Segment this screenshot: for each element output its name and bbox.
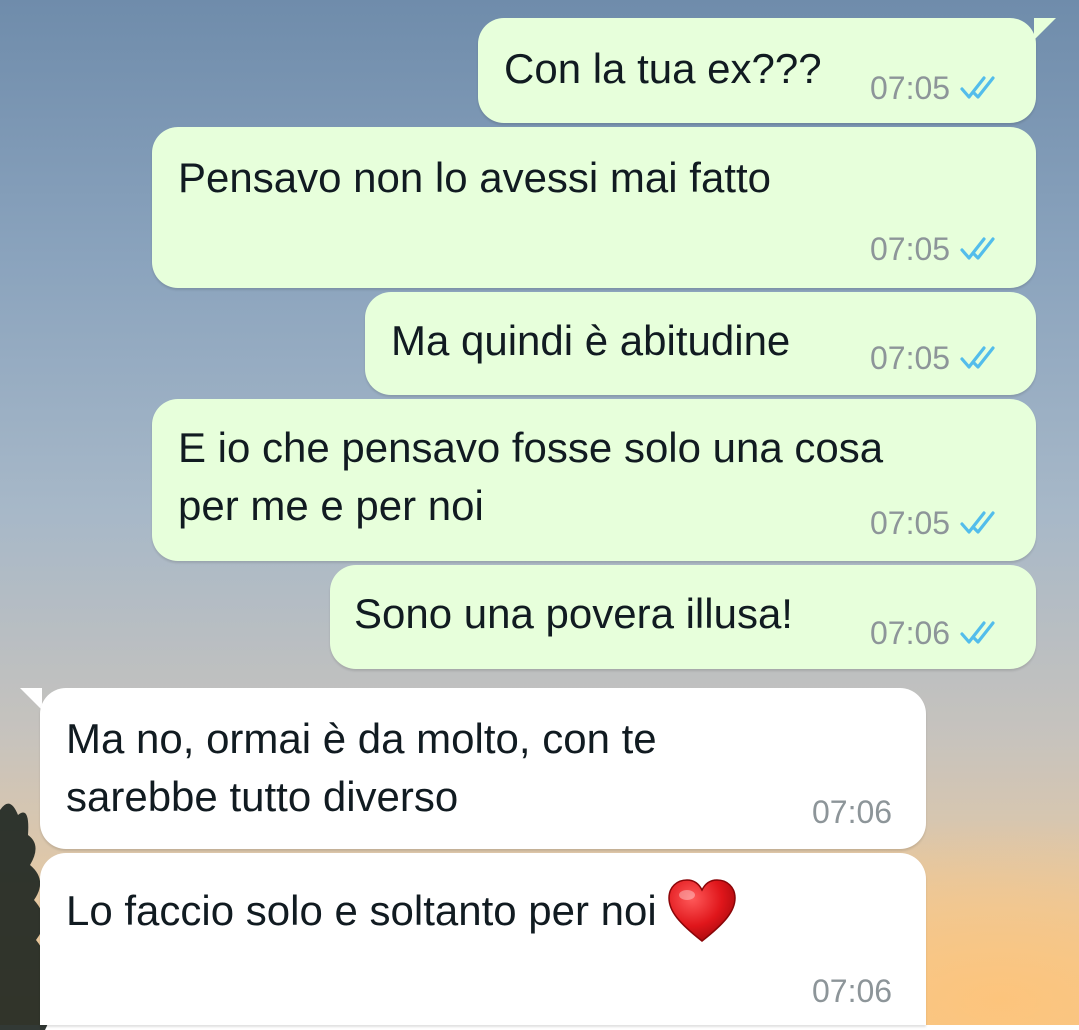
message-meta: 07:05 [870,505,1004,541]
message-text: E io che pensavo fosse solo una cosa per… [178,424,884,529]
message-text: Con la tua ex??? [504,45,822,92]
message-text: Pensavo non lo avessi mai fatto [178,154,772,201]
message-bubble-outgoing[interactable]: E io che pensavo fosse solo una cosa per… [152,399,1036,561]
message-time: 07:05 [870,231,951,267]
message-text: Ma quindi è abitudine [391,317,791,364]
message-time: 07:05 [870,70,951,106]
message-time: 07:06 [812,794,893,830]
message-text: Sono una povera illusa! [354,590,793,637]
message-bubble-incoming[interactable]: Ma no, ormai è da molto, con te sarebbe … [40,688,926,849]
double-check-icon [960,621,995,644]
red-heart-icon [667,879,736,942]
message-meta: 07:05 [870,70,1004,106]
message-meta: 07:06 [812,973,892,1009]
message-bubble-incoming[interactable]: Lo faccio solo e soltanto per noi 07:06 [40,853,926,1025]
double-check-icon [960,346,995,369]
message-meta: 07:05 [870,340,1004,376]
message-text: Lo faccio solo e soltanto per noi [66,887,657,934]
message-meta: 07:06 [812,794,892,830]
double-check-icon [960,237,995,260]
message-time: 07:05 [870,505,951,541]
message-time: 07:06 [812,973,893,1009]
message-bubble-outgoing[interactable]: Sono una povera illusa! 07:06 [330,565,1036,669]
message-bubble-outgoing[interactable]: Con la tua ex??? 07:05 [478,18,1036,123]
bubble-tail [1034,18,1056,40]
message-time: 07:05 [870,340,951,376]
double-check-icon [960,511,995,534]
message-meta: 07:06 [870,615,1004,651]
message-time: 07:06 [870,615,951,651]
double-check-icon [960,76,995,99]
message-text-row: Lo faccio solo e soltanto per noi [66,879,737,943]
message-bubble-outgoing[interactable]: Pensavo non lo avessi mai fatto 07:05 [152,127,1036,288]
message-text: Ma no, ormai è da molto, con te sarebbe … [66,715,657,820]
bubble-tail [20,688,42,710]
message-meta: 07:05 [870,231,1004,267]
message-bubble-outgoing[interactable]: Ma quindi è abitudine 07:05 [365,292,1036,395]
